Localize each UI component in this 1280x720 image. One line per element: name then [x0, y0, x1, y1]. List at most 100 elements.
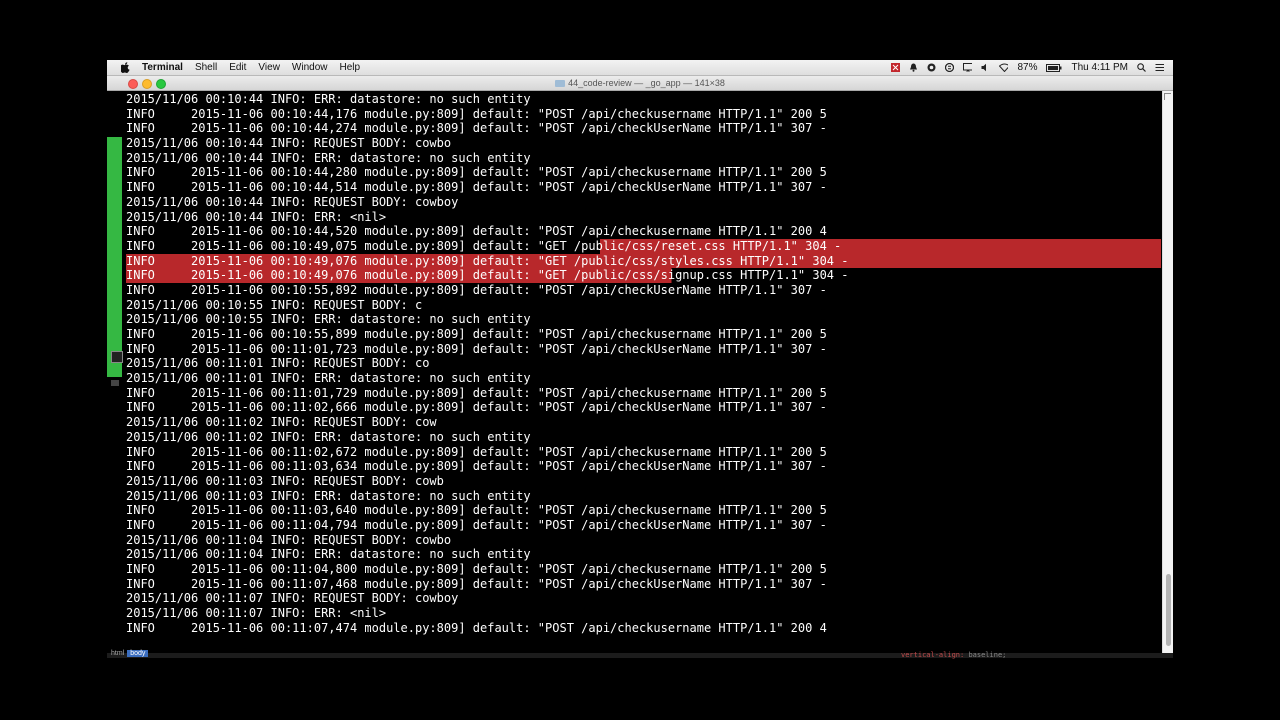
terminal-line: 2015/11/06 00:10:44 INFO: ERR: datastore… [126, 92, 1161, 107]
terminal-line: INFO 2015-11-06 00:10:44,274 module.py:8… [126, 121, 1161, 136]
terminal-line: INFO 2015-11-06 00:10:49,076 module.py:8… [126, 253, 1161, 269]
screen-icon[interactable] [963, 63, 973, 72]
scrollbar[interactable] [1162, 91, 1173, 653]
terminal-line-text: INFO 2015-11-06 00:10:49,075 module.py:8… [126, 238, 842, 253]
terminal-line: 2015/11/06 00:10:44 INFO: ERR: <nil> [126, 210, 1161, 225]
breadcrumb-html[interactable]: html [111, 650, 124, 657]
terminal-line: 2015/11/06 00:11:04 INFO: REQUEST BODY: … [126, 533, 1161, 548]
terminal-line: 2015/11/06 00:11:03 INFO: REQUEST BODY: … [126, 474, 1161, 489]
terminal-line-text: INFO 2015-11-06 00:11:04,794 module.py:8… [126, 517, 827, 532]
terminal-line-text: INFO 2015-11-06 00:10:44,176 module.py:8… [126, 106, 827, 121]
window-title: 44_code-review — _go_app — 141×38 [107, 76, 1173, 90]
scroll-thumb[interactable] [1166, 574, 1171, 646]
terminal-line: 2015/11/06 00:10:44 INFO: ERR: datastore… [126, 151, 1161, 166]
scroll-up-icon[interactable] [1164, 93, 1171, 100]
battery-percent: 87% [1017, 62, 1038, 73]
code-fragment: vertical-align: baseline; [901, 651, 1007, 659]
terminal-line-text: INFO 2015-11-06 00:10:44,274 module.py:8… [126, 121, 827, 136]
terminal-line-text: INFO 2015-11-06 00:11:01,729 module.py:8… [126, 385, 827, 400]
terminal-line-text: 2015/11/06 00:11:07 INFO: ERR: <nil> [126, 606, 387, 621]
terminal-line: INFO 2015-11-06 00:11:07,468 module.py:8… [126, 577, 1161, 592]
terminal-line-text: INFO 2015-11-06 00:10:49,076 module.py:8… [126, 253, 849, 268]
window-titlebar[interactable]: 44_code-review — _go_app — 141×38 [107, 76, 1173, 91]
terminal-line: INFO 2015-11-06 00:10:44,520 module.py:8… [126, 224, 1161, 239]
terminal-line-text: INFO 2015-11-06 00:10:44,520 module.py:8… [126, 224, 827, 239]
menu-edit[interactable]: Edit [229, 62, 246, 73]
terminal-line: 2015/11/06 00:10:55 INFO: ERR: datastore… [126, 312, 1161, 327]
menu-bar: Terminal Shell Edit View Window Help 87%… [107, 60, 1173, 76]
menu-help[interactable]: Help [340, 62, 361, 73]
search-icon[interactable] [1137, 63, 1146, 72]
terminal-line: INFO 2015-11-06 00:11:04,794 module.py:8… [126, 518, 1161, 533]
breadcrumb: html body [111, 650, 149, 657]
terminal-line: 2015/11/06 00:11:07 INFO: ERR: <nil> [126, 606, 1161, 621]
clock[interactable]: Thu 4:11 PM [1071, 62, 1128, 73]
terminal-line-text: 2015/11/06 00:11:04 INFO: ERR: datastore… [126, 547, 531, 562]
security-icon[interactable] [927, 63, 936, 72]
terminal-line-text: 2015/11/06 00:10:44 INFO: ERR: datastore… [126, 150, 531, 165]
terminal-line-text: 2015/11/06 00:11:02 INFO: ERR: datastore… [126, 429, 531, 444]
terminal-line: 2015/11/06 00:10:44 INFO: REQUEST BODY: … [126, 136, 1161, 151]
terminal-line-text: 2015/11/06 00:11:04 INFO: REQUEST BODY: … [126, 532, 452, 547]
terminal-line: INFO 2015-11-06 00:10:49,076 module.py:8… [126, 268, 1161, 283]
terminal-line-text: 2015/11/06 00:10:44 INFO: ERR: <nil> [126, 209, 387, 224]
skype-icon[interactable] [945, 63, 955, 72]
terminal-line-text: INFO 2015-11-06 00:10:55,892 module.py:8… [126, 282, 827, 297]
terminal-line: 2015/11/06 00:11:03 INFO: ERR: datastore… [126, 489, 1161, 504]
terminal-line-text: 2015/11/06 00:10:44 INFO: REQUEST BODY: … [126, 136, 452, 151]
terminal-line-text: 2015/11/06 00:10:44 INFO: ERR: datastore… [126, 92, 531, 106]
terminal-line-text: INFO 2015-11-06 00:10:55,899 module.py:8… [126, 327, 827, 341]
terminal-line-text: 2015/11/06 00:11:07 INFO: REQUEST BODY: … [126, 591, 459, 606]
speaker-icon[interactable] [981, 63, 990, 72]
terminal-line-text: 2015/11/06 00:11:03 INFO: ERR: datastore… [126, 488, 531, 503]
battery-icon[interactable] [1046, 63, 1062, 72]
window-title-text: 44_code-review — _go_app — 141×38 [568, 78, 725, 88]
terminal-line: 2015/11/06 00:11:01 INFO: ERR: datastore… [126, 371, 1161, 386]
wifi-icon[interactable] [999, 63, 1009, 72]
apple-icon[interactable] [120, 62, 130, 73]
terminal-line: INFO 2015-11-06 00:11:04,800 module.py:8… [126, 562, 1161, 577]
terminal-line-text: INFO 2015-11-06 00:11:03,640 module.py:8… [126, 503, 827, 518]
terminal-line-text: INFO 2015-11-06 00:11:04,800 module.py:8… [126, 562, 827, 576]
list-icon[interactable] [1155, 63, 1164, 72]
breadcrumb-body[interactable]: body [127, 650, 149, 657]
terminal-line: 2015/11/06 00:10:44 INFO: REQUEST BODY: … [126, 195, 1161, 210]
terminal-line: INFO 2015-11-06 00:11:03,640 module.py:8… [126, 503, 1161, 518]
terminal-line: INFO 2015-11-06 00:11:01,729 module.py:8… [126, 386, 1161, 401]
code-value: baseline; [968, 651, 1007, 659]
terminal-line-text: INFO 2015-11-06 00:11:07,468 module.py:8… [126, 576, 827, 591]
folder-icon [555, 80, 566, 87]
menu-view[interactable]: View [258, 62, 280, 73]
terminal-line: INFO 2015-11-06 00:10:44,280 module.py:8… [126, 165, 1161, 180]
terminal-line: INFO 2015-11-06 00:10:55,892 module.py:8… [126, 283, 1161, 298]
terminal-line-text: INFO 2015-11-06 00:11:02,666 module.py:8… [126, 400, 827, 415]
terminal-line: 2015/11/06 00:11:02 INFO: ERR: datastore… [126, 430, 1161, 445]
bookmark-icon [111, 351, 123, 363]
terminal-line-text: 2015/11/06 00:10:55 INFO: ERR: datastore… [126, 312, 531, 327]
terminal-line-text: 2015/11/06 00:11:03 INFO: REQUEST BODY: … [126, 473, 444, 488]
terminal-line-text: INFO 2015-11-06 00:11:03,634 module.py:8… [126, 459, 827, 474]
terminal-line: INFO 2015-11-06 00:11:02,672 module.py:8… [126, 445, 1161, 460]
terminal-line: 2015/11/06 00:11:07 INFO: REQUEST BODY: … [126, 591, 1161, 606]
terminal-line-text: INFO 2015-11-06 00:10:49,076 module.py:8… [126, 268, 849, 283]
terminal-line: INFO 2015-11-06 00:11:07,474 module.py:8… [126, 621, 1161, 636]
terminal-line: 2015/11/06 00:11:04 INFO: ERR: datastore… [126, 547, 1161, 562]
terminal-line-text: 2015/11/06 00:11:01 INFO: REQUEST BODY: … [126, 356, 430, 371]
menu-terminal[interactable]: Terminal [142, 62, 183, 73]
terminal-line-text: INFO 2015-11-06 00:10:44,514 module.py:8… [126, 180, 827, 195]
bell-icon[interactable] [909, 63, 918, 72]
marker-icon [111, 380, 119, 386]
terminal-line: INFO 2015-11-06 00:10:44,514 module.py:8… [126, 180, 1161, 195]
output-marker [107, 137, 122, 377]
terminal-line-text: 2015/11/06 00:10:44 INFO: REQUEST BODY: … [126, 194, 459, 209]
terminal-line: INFO 2015-11-06 00:10:44,176 module.py:8… [126, 107, 1161, 122]
background-editor-strip: html body vertical-align: baseline; [107, 650, 1173, 659]
code-property: vertical-align [901, 651, 961, 659]
terminal-line: 2015/11/06 00:11:01 INFO: REQUEST BODY: … [126, 356, 1161, 371]
terminal-output[interactable]: 2015/11/06 00:10:44 INFO: ERR: datastore… [126, 92, 1161, 635]
terminal-view[interactable]: 2015/11/06 00:10:44 INFO: ERR: datastore… [107, 91, 1173, 653]
menu-shell[interactable]: Shell [195, 62, 217, 73]
terminal-line: 2015/11/06 00:11:02 INFO: REQUEST BODY: … [126, 415, 1161, 430]
app-red-icon[interactable] [891, 63, 901, 72]
menu-window[interactable]: Window [292, 62, 328, 73]
